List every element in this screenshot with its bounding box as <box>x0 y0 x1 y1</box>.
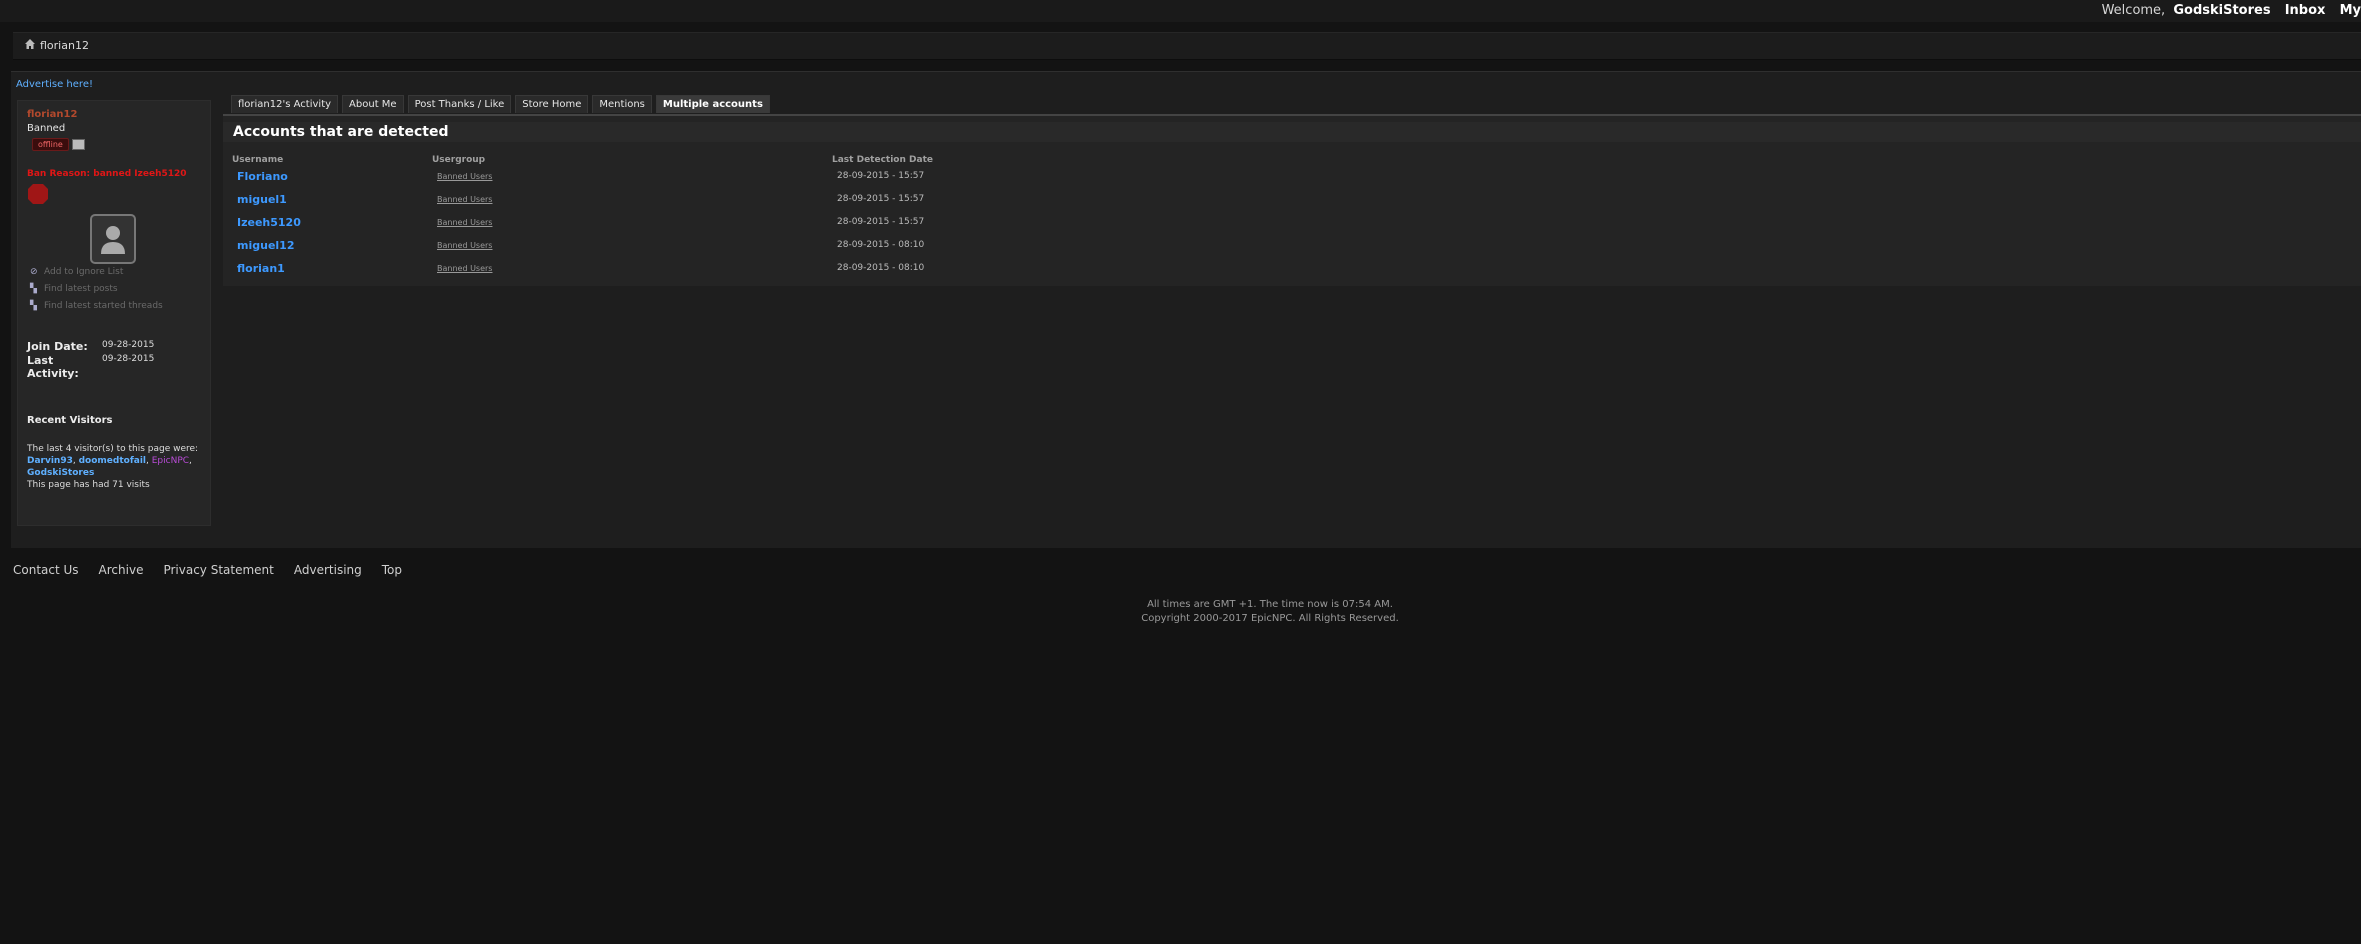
tab-activity[interactable]: florian12's Activity <box>231 95 339 113</box>
visitor-link[interactable]: Darvin93 <box>27 456 73 466</box>
profile-tabs: florian12's Activity About Me Post Thank… <box>231 95 774 113</box>
tab-mentions[interactable]: Mentions <box>592 95 652 113</box>
usergroup-link[interactable]: Banned Users <box>437 241 492 250</box>
welcome-username[interactable]: GodskiStores <box>2173 3 2270 18</box>
banned-icon <box>28 184 48 204</box>
usergroup-link[interactable]: Banned Users <box>437 172 492 181</box>
usergroup-link[interactable]: Banned Users <box>437 195 492 204</box>
advertise-link[interactable]: Advertise here! <box>16 79 93 90</box>
top-link[interactable]: Top <box>382 563 402 577</box>
posts-icon: ▚ <box>30 284 37 294</box>
threads-icon: ▚ <box>30 301 37 311</box>
panel-title: Accounts that are detected <box>223 122 2361 142</box>
find-latest-threads-link[interactable]: ▚ Find latest started threads <box>30 301 163 311</box>
tab-multiple-accounts[interactable]: Multiple accounts <box>655 95 770 113</box>
privacy-statement-link[interactable]: Privacy Statement <box>163 563 273 577</box>
tab-post-thanks[interactable]: Post Thanks / Like <box>407 95 512 113</box>
visitor-link[interactable]: doomedtofail <box>79 456 146 466</box>
footer-time: All times are GMT +1. The time now is 07… <box>1147 599 1393 610</box>
inbox-link[interactable]: Inbox <box>2285 3 2326 18</box>
table-row: florian1 Banned Users 28-09-2015 - 08:10 <box>223 259 1223 277</box>
recent-visitors-title: Recent Visitors <box>27 415 113 426</box>
profile-usertitle: Banned <box>27 123 66 134</box>
detection-date: 28-09-2015 - 08:10 <box>837 240 925 250</box>
account-username-link[interactable]: miguel12 <box>237 239 294 252</box>
advertising-link[interactable]: Advertising <box>294 563 362 577</box>
user-nav: Welcome, GodskiStores Inbox My <box>2092 3 2361 18</box>
breadcrumb: florian12 <box>13 32 2361 60</box>
ignore-icon: ⊘ <box>30 267 38 277</box>
find-latest-posts-link[interactable]: ▚ Find latest posts <box>30 284 118 294</box>
join-date-value: 09-28-2015 <box>102 340 155 350</box>
online-status-badge: offline <box>32 138 69 151</box>
last-activity-value: 09-28-2015 <box>102 354 155 364</box>
detection-date: 28-09-2015 - 15:57 <box>837 171 925 181</box>
table-row: Izeeh5120 Banned Users 28-09-2015 - 15:5… <box>223 213 1223 231</box>
avatar <box>90 214 136 264</box>
multiple-accounts-panel: Accounts that are detected Username User… <box>223 116 2361 286</box>
column-header-username: Username <box>232 155 284 165</box>
footer-links: Contact Us Archive Privacy Statement Adv… <box>13 563 422 577</box>
column-header-usergroup: Usergroup <box>432 155 486 165</box>
user-silhouette-icon <box>101 226 125 254</box>
my-menu-link[interactable]: My <box>2340 3 2361 18</box>
tab-about-me[interactable]: About Me <box>342 95 404 113</box>
visits-count: This page has had 71 visits <box>27 480 150 490</box>
contact-us-link[interactable]: Contact Us <box>13 563 79 577</box>
tab-store-home[interactable]: Store Home <box>515 95 589 113</box>
join-date-label: Join Date: <box>27 340 88 353</box>
account-username-link[interactable]: miguel1 <box>237 193 287 206</box>
footer-copyright: Copyright 2000-2017 EpicNPC. All Rights … <box>1141 613 1399 624</box>
usergroup-link[interactable]: Banned Users <box>437 264 492 273</box>
table-row: miguel1 Banned Users 28-09-2015 - 15:57 <box>223 190 1223 208</box>
home-icon[interactable] <box>24 38 36 50</box>
detection-date: 28-09-2015 - 15:57 <box>837 194 925 204</box>
table-row: miguel12 Banned Users 28-09-2015 - 08:10 <box>223 236 1223 254</box>
account-username-link[interactable]: Floriano <box>237 170 288 183</box>
ban-reason: Ban Reason: banned Izeeh5120 <box>27 169 187 179</box>
add-to-ignore-link[interactable]: ⊘ Add to Ignore List <box>30 267 123 277</box>
detection-date: 28-09-2015 - 15:57 <box>837 217 925 227</box>
top-bar: Welcome, GodskiStores Inbox My <box>0 0 2361 22</box>
column-header-date: Last Detection Date <box>832 155 933 165</box>
profile-username: florian12 <box>27 109 78 120</box>
archive-link[interactable]: Archive <box>99 563 144 577</box>
detection-date: 28-09-2015 - 08:10 <box>837 263 925 273</box>
profile-sidebar: florian12 Banned offline Ban Reason: ban… <box>17 100 211 526</box>
account-username-link[interactable]: florian1 <box>237 262 285 275</box>
table-row: Floriano Banned Users 28-09-2015 - 15:57 <box>223 167 1223 185</box>
welcome-text: Welcome, <box>2101 3 2166 18</box>
recent-visitors-text: The last 4 visitor(s) to this page were:… <box>27 444 199 490</box>
breadcrumb-current: florian12 <box>40 39 89 52</box>
visitor-link[interactable]: GodskiStores <box>27 468 94 478</box>
visitor-link[interactable]: EpicNPC <box>152 456 189 466</box>
usergroup-link[interactable]: Banned Users <box>437 218 492 227</box>
account-username-link[interactable]: Izeeh5120 <box>237 216 301 229</box>
private-message-icon[interactable] <box>72 139 85 150</box>
last-activity-label: Last Activity: <box>27 354 79 380</box>
